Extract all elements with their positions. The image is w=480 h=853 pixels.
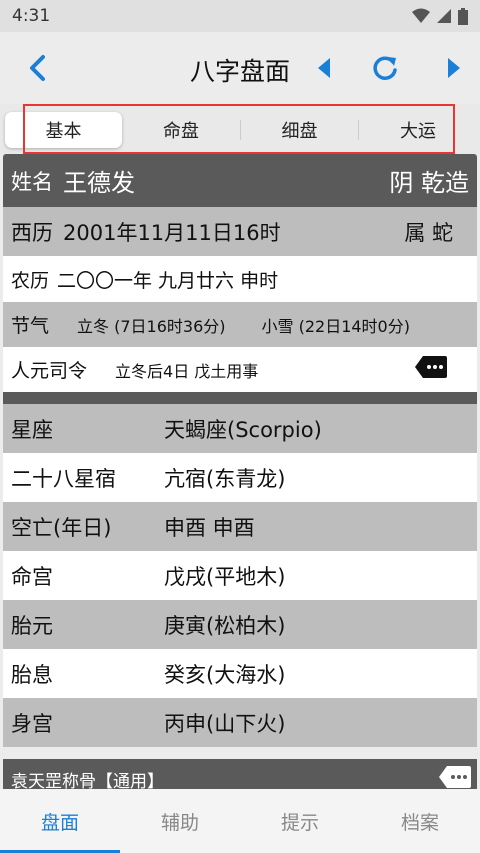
detail-value: 庚寅(松柏木) [164,613,286,638]
detail-label: 胎元 [11,613,53,638]
renyuan-value: 立冬后4日 戊土用事 [115,361,259,381]
bone-weight-section: 袁天罡称骨【通用】 [3,759,477,789]
segmented-tabs: 基本 命盘 细盘 大运 [0,104,480,154]
page-title: 八字盘面 [189,57,290,86]
lunar-label: 农历 [11,269,50,292]
nav-dangan[interactable]: 档案 [360,789,480,853]
gender-type: 阴 乾造 [389,169,469,197]
solar-term-second: 小雪 (22日14时0分) [261,316,410,336]
battery-icon [458,7,468,25]
bone-weight-more-button[interactable] [439,765,471,790]
more-tag-icon [415,356,447,378]
refresh-icon [373,56,397,80]
triangle-right-icon [448,58,460,78]
status-bar: 4:31 [0,0,480,32]
detail-label: 二十八星宿 [11,466,116,491]
detail-value: 癸亥(大海水) [164,662,286,687]
section-divider [3,392,477,404]
detail-label: 命宫 [11,564,53,589]
detail-label: 星座 [11,417,53,442]
lunar-row: 农历 二〇〇一年 九月廿六 申时 [3,256,477,302]
renyuan-more-button[interactable] [415,356,447,383]
nav-panmian[interactable]: 盘面 [0,789,120,853]
bone-weight-label: 袁天罡称骨【通用】 [11,771,164,790]
solar-term-first: 立冬 (7日16时36分) [77,316,226,336]
bazi-content: 姓名 王德发 阴 乾造 西历 2001年11月11日16时 属 蛇 农历 二〇〇… [3,154,477,789]
signal-icon [437,9,451,23]
renyuan-row: 人元司令 立冬后4日 戊土用事 [3,347,477,392]
zodiac-value: 属 蛇 [404,220,453,245]
gregorian-label: 西历 [11,220,53,245]
detail-row: 胎元 庚寅(松柏木) [3,600,477,649]
solar-term-label: 节气 [11,315,50,337]
triangle-left-icon [318,58,330,78]
wifi-icon [412,8,430,23]
detail-value: 丙申(山下火) [164,711,286,736]
detail-row: 身宫 丙申(山下火) [3,698,477,747]
more-tag-icon [439,765,471,788]
system-icons [412,7,468,25]
lunar-value: 二〇〇一年 九月廿六 申时 [57,269,279,292]
gregorian-row: 西历 2001年11月11日16时 属 蛇 [3,207,477,256]
previous-button[interactable] [306,50,342,86]
renyuan-label: 人元司令 [11,360,88,382]
detail-value: 申酉 申酉 [164,515,255,540]
detail-value: 天蝎座(Scorpio) [164,417,322,442]
detail-value: 戊戌(平地木) [164,564,286,589]
detail-label: 胎息 [11,662,53,687]
detail-row: 星座 天蝎座(Scorpio) [3,404,477,453]
name-value: 王德发 [63,169,135,197]
detail-label: 空亡(年日) [11,515,112,540]
profile-row: 姓名 王德发 阴 乾造 [3,154,477,207]
detail-row: 命宫 戊戌(平地木) [3,551,477,600]
detail-label: 身宫 [11,711,53,736]
bottom-navigation: 盘面 辅助 提示 档案 [0,789,480,853]
nav-fuzhu[interactable]: 辅助 [120,789,240,853]
detail-row: 空亡(年日) 申酉 申酉 [3,502,477,551]
refresh-button[interactable] [367,50,403,86]
detail-row: 二十八星宿 亢宿(东青龙) [3,453,477,502]
status-time: 4:31 [12,6,51,26]
nav-tishi[interactable]: 提示 [240,789,360,853]
name-label: 姓名 [11,169,53,194]
gregorian-value: 2001年11月11日16时 [63,220,281,245]
detail-row: 胎息 癸亥(大海水) [3,649,477,698]
next-button[interactable] [436,50,472,86]
app-header: 八字盘面 [0,32,480,104]
solar-term-row: 节气 立冬 (7日16时36分) 小雪 (22日14时0分) [3,302,477,347]
detail-value: 亢宿(东青龙) [164,466,286,491]
tabs-highlight-box [23,104,455,154]
